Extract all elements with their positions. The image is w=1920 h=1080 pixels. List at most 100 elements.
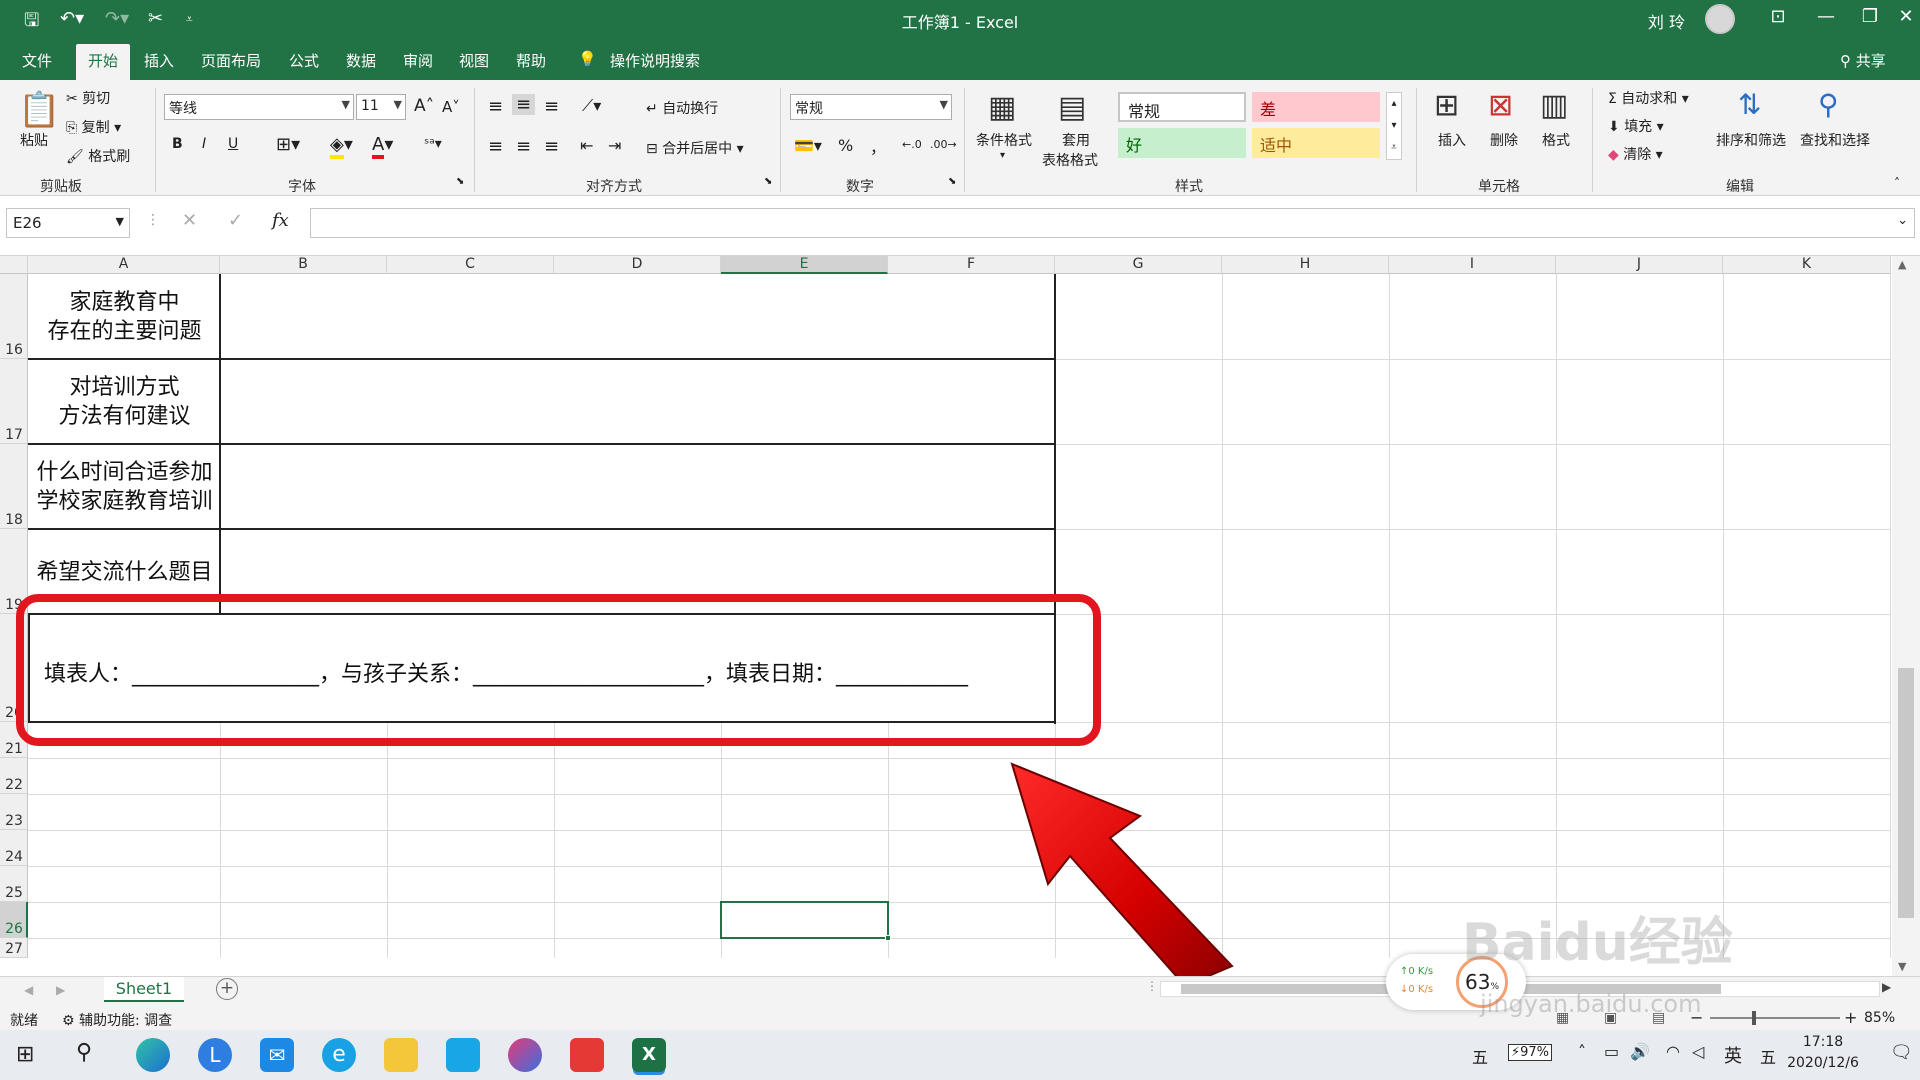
align-bottom-icon[interactable]: ≡ xyxy=(544,96,559,117)
italic-button[interactable]: I xyxy=(202,136,206,152)
row-header-24[interactable]: 24 xyxy=(0,830,28,866)
minimize-icon[interactable]: — xyxy=(1806,6,1846,27)
avatar[interactable] xyxy=(1705,4,1735,34)
notification-icon[interactable]: 🗨 xyxy=(1890,1042,1913,1063)
cell-a18[interactable]: 什么时间合适参加 学校家庭教育培训 xyxy=(29,458,220,516)
tab-page-layout[interactable]: 页面布局 xyxy=(201,50,261,71)
conditional-format-label[interactable]: 条件格式 xyxy=(976,130,1032,150)
volume-icon[interactable]: 🔊 xyxy=(1630,1042,1650,1061)
tab-home[interactable]: 开始 xyxy=(76,44,131,80)
browser-icon[interactable]: e xyxy=(322,1038,356,1072)
clock-time[interactable]: 17:18 xyxy=(1778,1034,1868,1050)
row-header-18[interactable]: 18 xyxy=(0,444,28,529)
ime-indicator[interactable]: 五 xyxy=(1472,1044,1488,1068)
vertical-scrollbar[interactable]: ▲ ▼ xyxy=(1892,256,1920,976)
phonetic-icon[interactable]: ˢᵃ▾ xyxy=(424,136,442,152)
battery-indicator[interactable]: ⚡97% xyxy=(1508,1044,1553,1061)
cell-a16[interactable]: 家庭教育中 存在的主要问题 xyxy=(29,288,220,346)
row-header-17[interactable]: 17 xyxy=(0,359,28,444)
cell-a19[interactable]: 希望交流什么题目 xyxy=(29,558,220,587)
volume-mute-icon[interactable]: ◁ xyxy=(1692,1042,1704,1061)
sort-filter-label[interactable]: 排序和筛选 xyxy=(1716,130,1786,150)
fill-color-icon[interactable]: ◈▾ xyxy=(330,134,353,159)
splitter-icon[interactable]: ⋮ xyxy=(1146,979,1158,993)
scroll-down-icon[interactable]: ▼ xyxy=(1898,960,1906,973)
col-header-h[interactable]: H xyxy=(1222,256,1389,274)
styles-gallery-scroll[interactable]: ▴ ▾ ⩡ xyxy=(1386,92,1402,160)
worksheet-grid[interactable]: A B C D E F G H I J K 16 17 18 19 20 21 … xyxy=(0,256,1920,986)
row-header-22[interactable]: 22 xyxy=(0,758,28,794)
enter-icon[interactable]: ✓ xyxy=(228,210,243,231)
format-as-table-icon[interactable]: ▤ xyxy=(1058,90,1086,125)
excel-taskbar-icon[interactable]: X xyxy=(632,1038,666,1072)
dialog-launcher-icon[interactable]: ⬊ xyxy=(456,176,464,187)
align-center-icon[interactable]: ≡ xyxy=(516,136,531,157)
fill-handle[interactable] xyxy=(885,935,891,941)
find-select-icon[interactable]: ⚲ xyxy=(1818,88,1839,121)
merge-center-button[interactable]: ⊟ 合并后居中 ▾ xyxy=(646,138,744,158)
tab-review[interactable]: 审阅 xyxy=(403,50,433,71)
edge-icon[interactable] xyxy=(136,1038,170,1072)
lark-icon[interactable]: L xyxy=(198,1038,232,1072)
conditional-format-icon[interactable]: ▦ xyxy=(988,90,1016,125)
tell-me-search[interactable]: 操作说明搜索 xyxy=(610,50,700,71)
fill-button[interactable]: ⬇ 填充 ▾ xyxy=(1608,116,1664,136)
tab-file[interactable]: 文件 xyxy=(22,50,52,71)
selected-cell-e26[interactable] xyxy=(720,901,889,939)
copy-button[interactable]: ⎘ 复制 ▾ xyxy=(66,117,121,137)
screen-recorder-icon[interactable] xyxy=(570,1038,604,1072)
align-left-icon[interactable]: ≡ xyxy=(488,136,503,157)
align-right-icon[interactable]: ≡ xyxy=(544,136,559,157)
col-header-c[interactable]: C xyxy=(387,256,554,274)
col-header-a[interactable]: A xyxy=(28,256,220,274)
decrease-indent-icon[interactable]: ⇤ xyxy=(580,136,593,155)
shrink-font-icon[interactable]: A˅ xyxy=(442,98,460,116)
insert-cells-label[interactable]: 插入 xyxy=(1438,130,1466,150)
formula-input[interactable]: ⌄ xyxy=(310,208,1915,238)
ime-mode[interactable]: 五 xyxy=(1760,1044,1776,1068)
col-header-i[interactable]: I xyxy=(1389,256,1556,274)
format-as-table-label-2[interactable]: 表格格式 xyxy=(1042,150,1098,170)
align-middle-icon[interactable]: ≡ xyxy=(512,94,536,115)
wrap-text-button[interactable]: ↵ 自动换行 xyxy=(646,98,718,118)
add-sheet-button[interactable]: + xyxy=(216,978,238,1000)
clock-date[interactable]: 2020/12/6 xyxy=(1778,1055,1868,1071)
col-header-k[interactable]: K xyxy=(1723,256,1891,274)
tab-help[interactable]: 帮助 xyxy=(516,50,546,71)
align-top-icon[interactable]: ≡ xyxy=(488,96,503,117)
sort-filter-icon[interactable]: ⇅ xyxy=(1738,88,1761,121)
row-header-16[interactable]: 16 xyxy=(0,274,28,359)
tab-view[interactable]: 视图 xyxy=(459,50,489,71)
zoom-slider-thumb[interactable] xyxy=(1752,1011,1756,1025)
style-neutral[interactable]: 适中 xyxy=(1252,128,1380,158)
prev-sheet-icon[interactable]: ◀ xyxy=(24,983,33,997)
close-icon[interactable]: ✕ xyxy=(1886,6,1920,27)
col-header-b[interactable]: B xyxy=(220,256,387,274)
col-header-e[interactable]: E xyxy=(721,256,888,274)
zoom-in-icon[interactable]: + xyxy=(1844,1008,1857,1027)
wifi-icon[interactable]: ◠ xyxy=(1666,1042,1680,1061)
font-color-icon[interactable]: A▾ xyxy=(372,134,393,159)
zoom-level[interactable]: 85% xyxy=(1864,1010,1895,1026)
name-box[interactable]: E26 ▼ xyxy=(6,208,130,238)
delete-cells-icon[interactable]: ⊠ xyxy=(1488,88,1513,123)
autosum-button[interactable]: Σ 自动求和 ▾ xyxy=(1608,88,1689,108)
row-header-25[interactable]: 25 xyxy=(0,866,28,902)
paste-label[interactable]: 粘贴 xyxy=(20,130,48,150)
row-header-26[interactable]: 26 xyxy=(0,902,28,938)
select-all-corner[interactable] xyxy=(0,256,28,274)
file-explorer-icon[interactable] xyxy=(384,1038,418,1072)
row-header-23[interactable]: 23 xyxy=(0,794,28,830)
format-as-table-label-1[interactable]: 套用 xyxy=(1062,130,1090,150)
grow-font-icon[interactable]: A˄ xyxy=(414,96,434,116)
font-size-select[interactable]: 11 ▼ xyxy=(356,94,406,120)
collapse-ribbon-icon[interactable]: ˄ xyxy=(1894,176,1900,190)
share-button[interactable]: ⚲ 共享 xyxy=(1840,50,1886,71)
paint-app-icon[interactable] xyxy=(508,1038,542,1072)
decrease-decimal-icon[interactable]: .00→ xyxy=(930,138,957,151)
accounting-format-icon[interactable]: 💳▾ xyxy=(794,136,822,155)
font-name-select[interactable]: 等线 ▼ xyxy=(164,94,354,120)
find-select-label[interactable]: 查找和选择 xyxy=(1800,130,1870,150)
row-header-27[interactable]: 27 xyxy=(0,938,28,958)
col-header-g[interactable]: G xyxy=(1055,256,1222,274)
